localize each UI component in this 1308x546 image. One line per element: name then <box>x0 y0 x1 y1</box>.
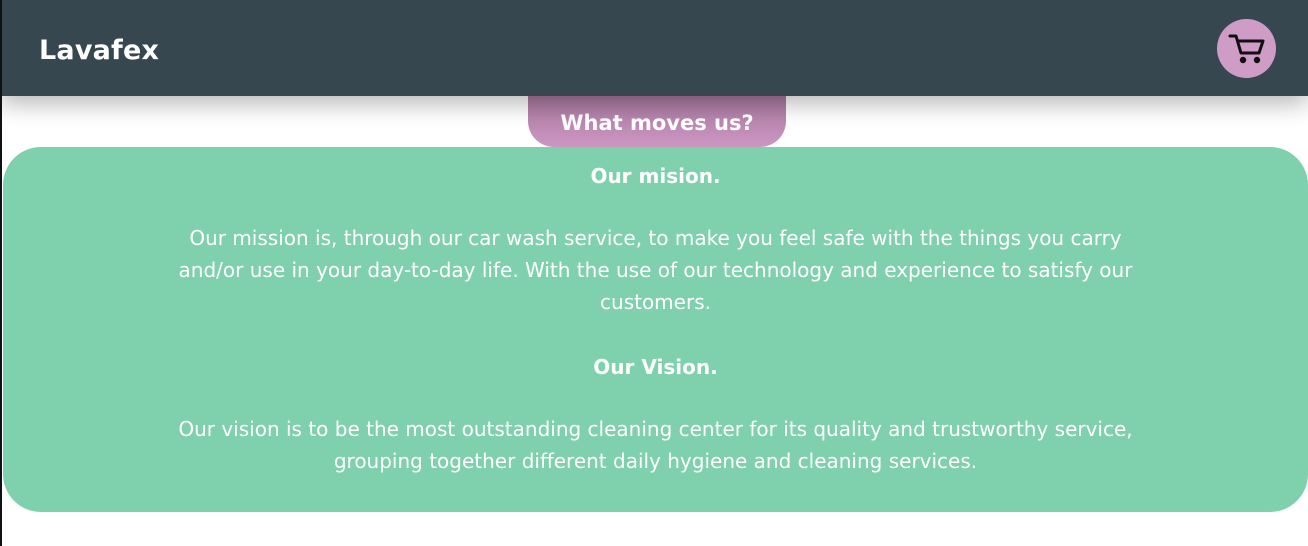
top-navbar: Lavafex <box>0 0 1308 96</box>
page: Lavafex What moves us? Our mision. Our m… <box>0 0 1308 546</box>
brand-logo-text[interactable]: Lavafex <box>39 31 159 71</box>
mission-paragraph: Our mission is, through our car wash ser… <box>178 226 1133 314</box>
mission-heading: Our mision. <box>590 164 721 188</box>
what-moves-us-tab[interactable]: What moves us? <box>528 96 786 147</box>
shopping-cart-icon <box>1228 34 1264 63</box>
vision-heading: Our Vision. <box>593 355 718 379</box>
mission-vision-panel: Our mision. Our mission is, through our … <box>3 147 1308 512</box>
cart-button[interactable] <box>1217 19 1276 78</box>
vision-paragraph: Our vision is to be the most outstanding… <box>178 417 1133 473</box>
window-edge <box>0 0 2 546</box>
